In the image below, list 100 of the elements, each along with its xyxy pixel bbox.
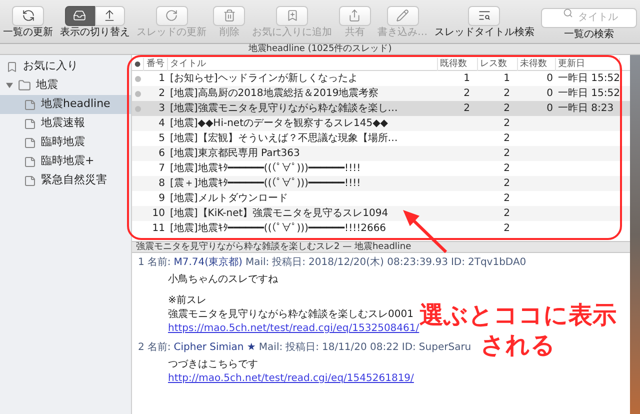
toolbar-label: スレッドタイトル検索 xyxy=(434,28,534,38)
post-date: 18/11/20 08:22 xyxy=(322,341,399,355)
table-cell-text: 3 xyxy=(158,102,166,116)
toolbar-label: 一覧の更新 xyxy=(3,28,53,38)
table-cell-text: 一昨日 15:52 xyxy=(557,87,620,101)
table-cell-text: 1 xyxy=(158,72,166,86)
annotation-text: 選ぶとココに表示 xyxy=(420,300,616,329)
thread-link[interactable]: http://mao.5ch.net/test/read.cgi/eq/1545261819/ xyxy=(168,372,414,386)
post-text: 強震モニタを見守りながら粋な雑談を楽しむスレ0001 xyxy=(168,308,414,322)
sidebar-item[interactable]: 地震 xyxy=(0,76,131,95)
thread-row[interactable]: 6 [地震]東京都民専用 Part363 2 xyxy=(132,146,630,161)
tray-icon xyxy=(73,9,86,22)
table-cell-text: 0 xyxy=(546,72,554,86)
table-cell-text: 2 xyxy=(158,87,166,101)
table-cell-text: 5 xyxy=(158,132,166,146)
mail-label: Mail: xyxy=(258,341,283,355)
search-icon xyxy=(563,8,573,18)
toolbar-label: スレッドの更新 xyxy=(136,28,206,38)
table-cell-text: 2 xyxy=(502,222,511,236)
table-cell-text: 6 xyxy=(158,147,166,161)
table-cell-text: [地震]【宏観】そういえば？不思議な現象【場所… xyxy=(169,132,399,146)
board-icon xyxy=(24,174,36,186)
toolbar-label: 削除 xyxy=(219,28,240,38)
upload-icon xyxy=(103,9,116,22)
thread-row[interactable]: 4 [地震]◆◆Hi-netのデータを観察するスレ145◆◆ 2 xyxy=(132,116,630,131)
poster-name: Cipher Simian ★ xyxy=(174,341,256,355)
search-field[interactable]: タイトル xyxy=(541,8,637,28)
toolbar-label: お気に入りに追加 xyxy=(252,28,332,38)
table-cell-text: [震＋]地震ｷﾀ━━━━━━(((ﾟ∀ﾟ)))━━━━━━!!!! xyxy=(169,176,362,191)
table-cell-text: 2 xyxy=(502,87,511,101)
table-cell-text: 2 xyxy=(502,162,511,176)
table-cell-text: 0 xyxy=(546,87,554,101)
post-date: 2018/12/20(木) 08:23:39.93 xyxy=(308,256,448,270)
sidebar-item[interactable]: 地震headline xyxy=(0,95,131,114)
table-cell-text: [地震]強震モニタを見守りながら粋な雑談を楽し… xyxy=(169,102,399,116)
table-cell-text: 8 xyxy=(158,177,166,191)
table-cell-text: [地震]地震ｷﾀ━━━━━━(((ﾟ∀ﾟ)))━━━━━━!!!!2666 xyxy=(169,222,388,236)
table-cell-text: 4 xyxy=(158,117,166,131)
refresh-icon xyxy=(165,9,178,22)
trash-icon xyxy=(222,9,236,22)
board-icon xyxy=(24,156,36,168)
refresh-icon xyxy=(22,9,34,22)
post-text: つづきはこちらです xyxy=(168,358,258,372)
thread-link[interactable]: https://mao.5ch.net/test/read.cgi/eq/1532508461/ xyxy=(168,322,420,336)
table-cell-text: 一昨日 8:23 xyxy=(557,102,615,116)
table-cell-text: [地震]東京都民専用 Part363 xyxy=(169,146,301,161)
table-cell-text: [地震]地震ｷﾀ━━━━━━(((ﾟ∀ﾟ)))━━━━━━!!!! xyxy=(169,162,362,176)
thread-row[interactable]: 8 [震＋]地震ｷﾀ━━━━━━(((ﾟ∀ﾟ)))━━━━━━!!!! 2 xyxy=(132,176,630,191)
board-header: 地震headline (1025件のスレッド) xyxy=(0,44,640,55)
post-text: 小鳥ちゃんのスレですね xyxy=(168,273,278,287)
mail-label: Mail: xyxy=(245,256,270,270)
table-cell-text: 1 xyxy=(502,72,511,86)
toolbar-label: 書き込み… xyxy=(378,28,428,38)
toolbar-button[interactable] xyxy=(12,6,44,26)
table-cell-text: 2 xyxy=(502,177,511,191)
toolbar-button[interactable] xyxy=(468,6,500,26)
table-cell-text: 2 xyxy=(502,207,511,221)
sidebar-item[interactable]: 緊急自然災害 xyxy=(0,171,131,190)
table-cell-text: 2 xyxy=(462,102,471,116)
folder-icon xyxy=(18,79,31,92)
table-cell-text: 9 xyxy=(158,192,166,206)
date-label: 投稿日: xyxy=(286,341,319,355)
pencil-icon xyxy=(396,9,409,22)
thread-row[interactable]: 10 [地震]【KiK-net】強震モニタを見守るスレ1094 2 xyxy=(132,206,630,221)
name-label: 名前: xyxy=(147,341,171,355)
sidebar-item[interactable]: 地震速報 xyxy=(0,114,131,133)
table-cell-text: 0 xyxy=(546,102,554,116)
table-cell-text: 7 xyxy=(158,162,166,176)
thread-row[interactable]: 2 [地震]高島厨の2018地震総括＆2019地震考察 2 2 0 一昨日 15:52 xyxy=(132,86,630,101)
table-cell-text: 2 xyxy=(502,192,511,206)
table-cell-text: 10 xyxy=(151,207,166,221)
annotation-text: される xyxy=(480,330,556,360)
thread-title-bar: 強震モニタを見守りながら粋な雑談を楽しむスレ2 — 地震headline xyxy=(132,241,630,253)
date-label: 投稿日: xyxy=(272,256,306,270)
table-cell-text: 2 xyxy=(502,147,511,161)
id-label: ID: xyxy=(450,256,465,270)
bookmark-plus-icon xyxy=(286,9,298,22)
sidebar-item[interactable]: 臨時地震+ xyxy=(0,152,131,171)
post-text: ※前スレ xyxy=(168,294,206,308)
table-cell-text: [地震]【KiK-net】強震モニタを見守るスレ1094 xyxy=(169,206,390,221)
disclosure-triangle-icon[interactable] xyxy=(6,82,13,89)
table-cell-text: 2 xyxy=(502,117,511,131)
table-cell-text: 2 xyxy=(502,102,511,116)
table-cell-text: [地震]メルトダウンロード xyxy=(169,192,289,206)
sidebar-item[interactable]: 臨時地震 xyxy=(0,133,131,152)
sidebar-item[interactable]: お気に入り xyxy=(0,57,131,76)
poster-id: SuperSaru xyxy=(418,341,472,355)
table-cell-text: [お知らせ]ヘッドラインが新しくなったよ xyxy=(169,72,359,86)
table-cell-text: 2 xyxy=(462,87,471,101)
table-cell-text: 11 xyxy=(151,222,166,236)
table-cell-text: 2 xyxy=(502,132,511,146)
toolbar-label: 一覧の検索 xyxy=(564,30,614,40)
thread-row[interactable]: 3 [地震]強震モニタを見守りながら粋な雑談を楽し… 2 2 0 一昨日 8:23 xyxy=(132,101,630,116)
table-cell-text: 1 xyxy=(462,72,471,86)
table-cell-text: 一昨日 15:52 xyxy=(557,72,620,86)
view-toggle-segment[interactable] xyxy=(64,6,95,26)
board-icon xyxy=(24,98,36,110)
board-icon xyxy=(24,136,36,148)
toolbar-label: 共有 xyxy=(344,28,365,38)
id-label: ID: xyxy=(402,341,416,355)
